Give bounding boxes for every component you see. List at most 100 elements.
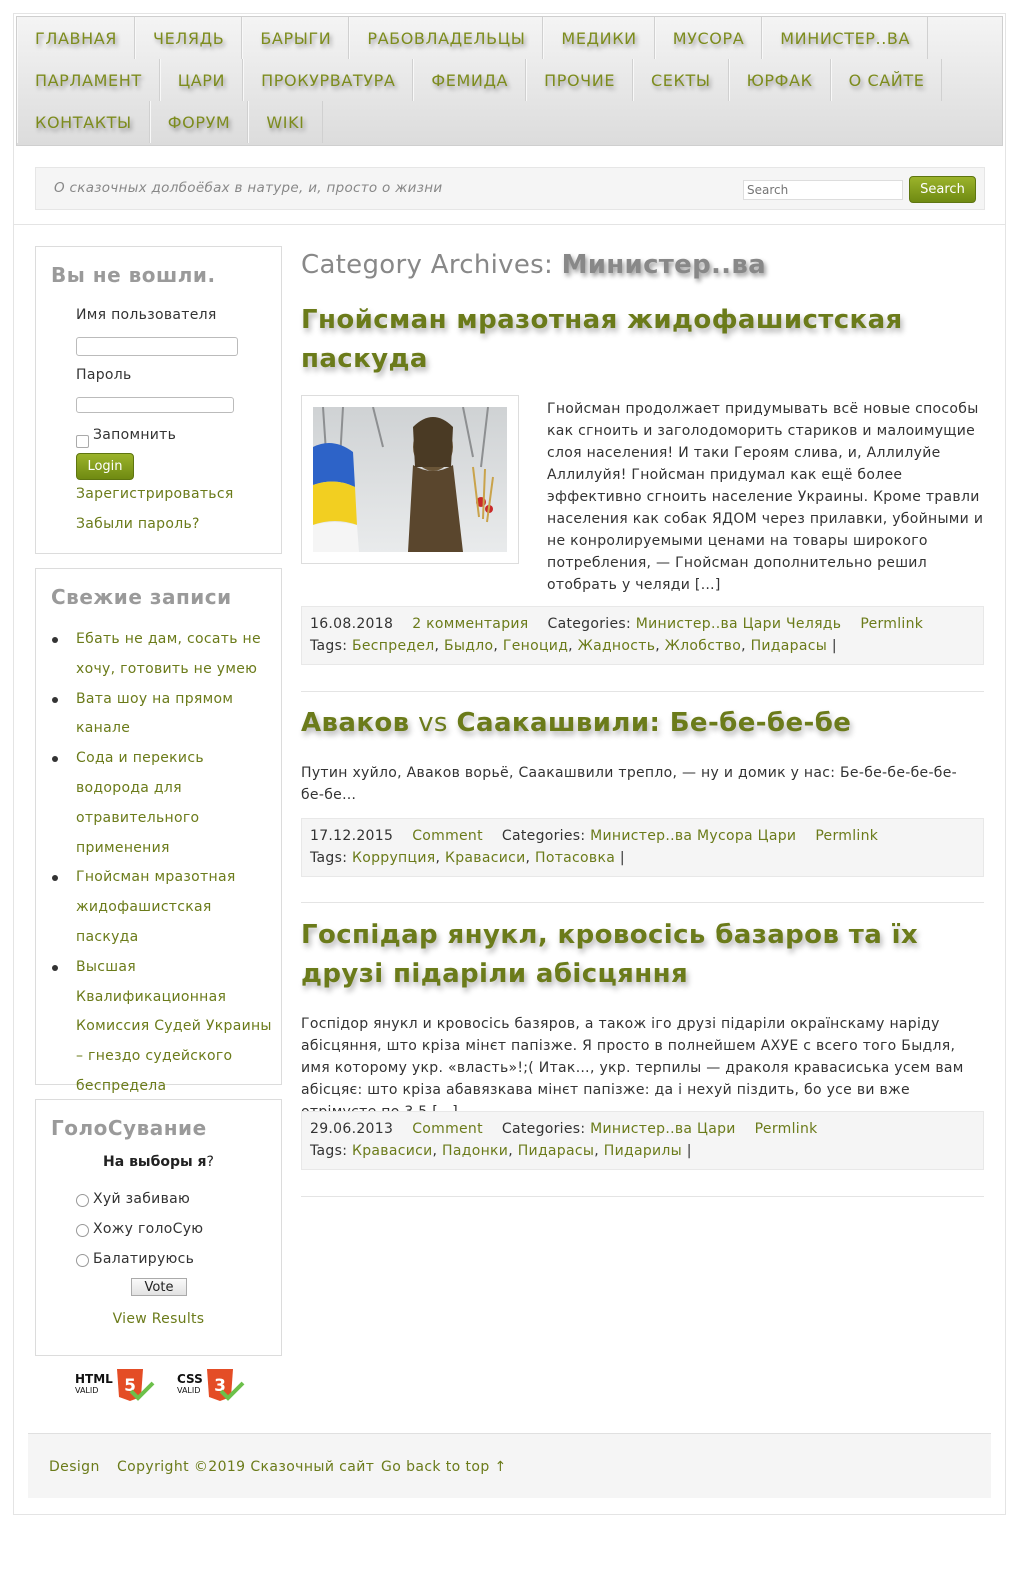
- post-categories-label: Categories:: [547, 616, 631, 632]
- post-title-link[interactable]: Гнойсман мразотная жидофашистская паскуд…: [301, 301, 991, 379]
- page-wrapper: ГЛАВНАЯ ЧЕЛЯДЬ БАРЫГИ РАБОВЛАДЕЛЬЦЫ МЕДИКИ МУ…: [13, 13, 1006, 1515]
- archive-category: Министер..ва: [561, 250, 766, 280]
- post-tags-label: Tags:: [310, 850, 348, 866]
- css3-valid-badge[interactable]: CSS VALID 3: [177, 1367, 245, 1403]
- post-divider: [301, 902, 984, 903]
- nav-item[interactable]: О САЙТЕ: [830, 59, 943, 101]
- nav-item[interactable]: ФЕМИДА: [413, 59, 527, 101]
- nav-item[interactable]: МИНИСТЕР..ВА: [762, 17, 929, 59]
- post-tags-label: Tags:: [310, 638, 348, 654]
- post-date: 29.06.2013: [310, 1121, 394, 1137]
- post-categories-links[interactable]: Министер..ва Мусора Цари: [590, 828, 796, 844]
- nav-item[interactable]: ЧЕЛЯДЬ: [135, 17, 243, 59]
- post-categories-links[interactable]: Министер..ва Цари Челядь: [636, 616, 842, 632]
- poll-option-radio[interactable]: [76, 1194, 89, 1207]
- post-divider: [301, 691, 984, 692]
- nav-item[interactable]: ЦАРИ: [159, 59, 244, 101]
- post-meta: 29.06.2013 Comment Categories: Министер.…: [301, 1111, 984, 1170]
- nav-item[interactable]: ЮРФАК: [728, 59, 831, 101]
- tag-link[interactable]: Пидарасы: [751, 638, 828, 654]
- tag-link[interactable]: Быдло: [444, 638, 493, 654]
- tag-link[interactable]: Потасовка: [535, 850, 615, 866]
- nav-item[interactable]: ПРОЧИЕ: [526, 59, 634, 101]
- recent-posts-title: Свежие записи: [51, 585, 232, 609]
- post-categories-links[interactable]: Министер..ва Цари: [590, 1121, 736, 1137]
- post-title-link[interactable]: Аваков vs Саакашвили: Бе-бе-бе-бе: [301, 704, 991, 743]
- login-button[interactable]: Login: [76, 453, 134, 480]
- css3-badge-top: CSS: [177, 1372, 203, 1386]
- view-results-link[interactable]: View Results: [36, 1311, 281, 1327]
- tag-link[interactable]: Пидарасы: [518, 1143, 595, 1159]
- post-meta-line: 29.06.2013 Comment Categories: Министер.…: [310, 1118, 975, 1140]
- html5-shield-icon: 5: [116, 1369, 155, 1401]
- nav-item[interactable]: ПАРЛАМЕНТ: [17, 59, 160, 101]
- tag-link[interactable]: Жадность: [578, 638, 656, 654]
- remember-label: Запомнить: [93, 427, 177, 443]
- recent-post-link[interactable]: Гнойсман мразотная жидофашистская паскуд…: [52, 863, 276, 952]
- post-permalink[interactable]: Permlink: [755, 1121, 818, 1137]
- nav-item[interactable]: ПРОКУРВАТУРА: [243, 59, 414, 101]
- poll-question-rest: ?: [206, 1154, 214, 1170]
- poll-option-radio[interactable]: [76, 1224, 89, 1237]
- nav-item[interactable]: КОНТАКТЫ: [17, 101, 150, 143]
- recent-posts-widget: Свежие записи Ебать не дам, сосать не хо…: [35, 568, 282, 1094]
- login-widget-title: Вы не вошли.: [51, 263, 216, 287]
- remember-checkbox[interactable]: [76, 435, 89, 448]
- css3-badge-bottom: VALID: [177, 1386, 201, 1395]
- nav-item[interactable]: WIKI: [248, 101, 323, 143]
- register-link[interactable]: Зарегистрироваться: [76, 486, 234, 502]
- recent-post-link[interactable]: Вата шоу на прямом канале: [52, 685, 276, 745]
- post-meta: 17.12.2015 Comment Categories: Министер.…: [301, 818, 984, 877]
- post-tags-line: Tags: Коррупция, Кравасиси, Потасовка |: [310, 850, 625, 866]
- tag-link[interactable]: Коррупция: [352, 850, 435, 866]
- tag-link[interactable]: Геноцид: [503, 638, 568, 654]
- tag-link[interactable]: Кравасиси: [445, 850, 526, 866]
- html5-valid-badge[interactable]: HTML VALID 5: [75, 1367, 155, 1403]
- login-widget: Вы не вошли. Имя пользователя Пароль Зап…: [35, 246, 282, 554]
- nav-item[interactable]: СЕКТЫ: [633, 59, 729, 101]
- html5-badge-text: HTML VALID: [75, 1373, 113, 1396]
- footer-design-link[interactable]: Design: [49, 1459, 100, 1475]
- poll-option-label: Хожу голоСую: [93, 1221, 204, 1237]
- post-comments-link[interactable]: Comment: [412, 1121, 483, 1137]
- nav-item[interactable]: БАРЫГИ: [242, 17, 350, 59]
- nav-item[interactable]: МЕДИКИ: [543, 17, 655, 59]
- recent-posts-list: Ебать не дам, сосать не хочу, готовить н…: [52, 625, 276, 1102]
- tag-link[interactable]: Кравасиси: [352, 1143, 433, 1159]
- recent-post-link[interactable]: Высшая Квалификационная Комиссия Судей У…: [52, 953, 276, 1102]
- post-thumbnail-frame[interactable]: [301, 395, 519, 564]
- post-title-part: Саакашвили: [456, 708, 650, 738]
- post-comments-link[interactable]: Comment: [412, 828, 483, 844]
- nav-item[interactable]: ГЛАВНАЯ: [17, 17, 136, 59]
- post-tags-list: Коррупция, Кравасиси, Потасовка: [351, 850, 616, 866]
- tag-link[interactable]: Жлобство: [665, 638, 741, 654]
- footer-copyright[interactable]: Copyright ©2019 Сказочный сайт: [117, 1459, 374, 1475]
- nav-item[interactable]: РАБОВЛАДЕЛЬЦЫ: [349, 17, 544, 59]
- recent-post-link[interactable]: Сода и перекись водорода для отравительн…: [52, 744, 276, 863]
- post-title-link[interactable]: Госпідар янукл, кровосісь базаров та їх …: [301, 916, 991, 994]
- tag-link[interactable]: Пидарилы: [604, 1143, 682, 1159]
- post-tags-label: Tags:: [310, 1143, 348, 1159]
- nav-item[interactable]: МУСОРА: [654, 17, 763, 59]
- post-comments-link[interactable]: 2 комментария: [412, 616, 528, 632]
- poll-question: На выборы я?: [36, 1154, 281, 1170]
- search-button[interactable]: Search: [909, 176, 976, 203]
- nav-item[interactable]: ФОРУМ: [149, 101, 249, 143]
- post-permalink[interactable]: Permlink: [860, 616, 923, 632]
- post-meta: 16.08.2018 2 комментария Categories: Мин…: [301, 606, 984, 665]
- back-to-top-link[interactable]: Go back to top ↑: [381, 1459, 507, 1475]
- archive-title: Category Archives: Министер..ва: [301, 250, 766, 280]
- password-field[interactable]: [76, 397, 234, 413]
- search-input[interactable]: [743, 180, 903, 200]
- recent-post-link[interactable]: Ебать не дам, сосать не хочу, готовить н…: [52, 625, 276, 685]
- vote-button[interactable]: Vote: [131, 1278, 187, 1296]
- post-excerpt: Госпідор янукл и кровосісь базяров, а та…: [301, 1016, 964, 1120]
- post-permalink[interactable]: Permlink: [815, 828, 878, 844]
- poll-title: ГолоСувание: [51, 1116, 207, 1140]
- username-field[interactable]: [76, 337, 238, 356]
- poll-option-radio[interactable]: [76, 1254, 89, 1267]
- poll-widget: ГолоСувание На выборы я? Хуй забиваю Хож…: [35, 1099, 282, 1356]
- tag-link[interactable]: Беспредел: [352, 638, 435, 654]
- forgot-password-link[interactable]: Забыли пароль?: [76, 516, 200, 532]
- tag-link[interactable]: Падонки: [442, 1143, 508, 1159]
